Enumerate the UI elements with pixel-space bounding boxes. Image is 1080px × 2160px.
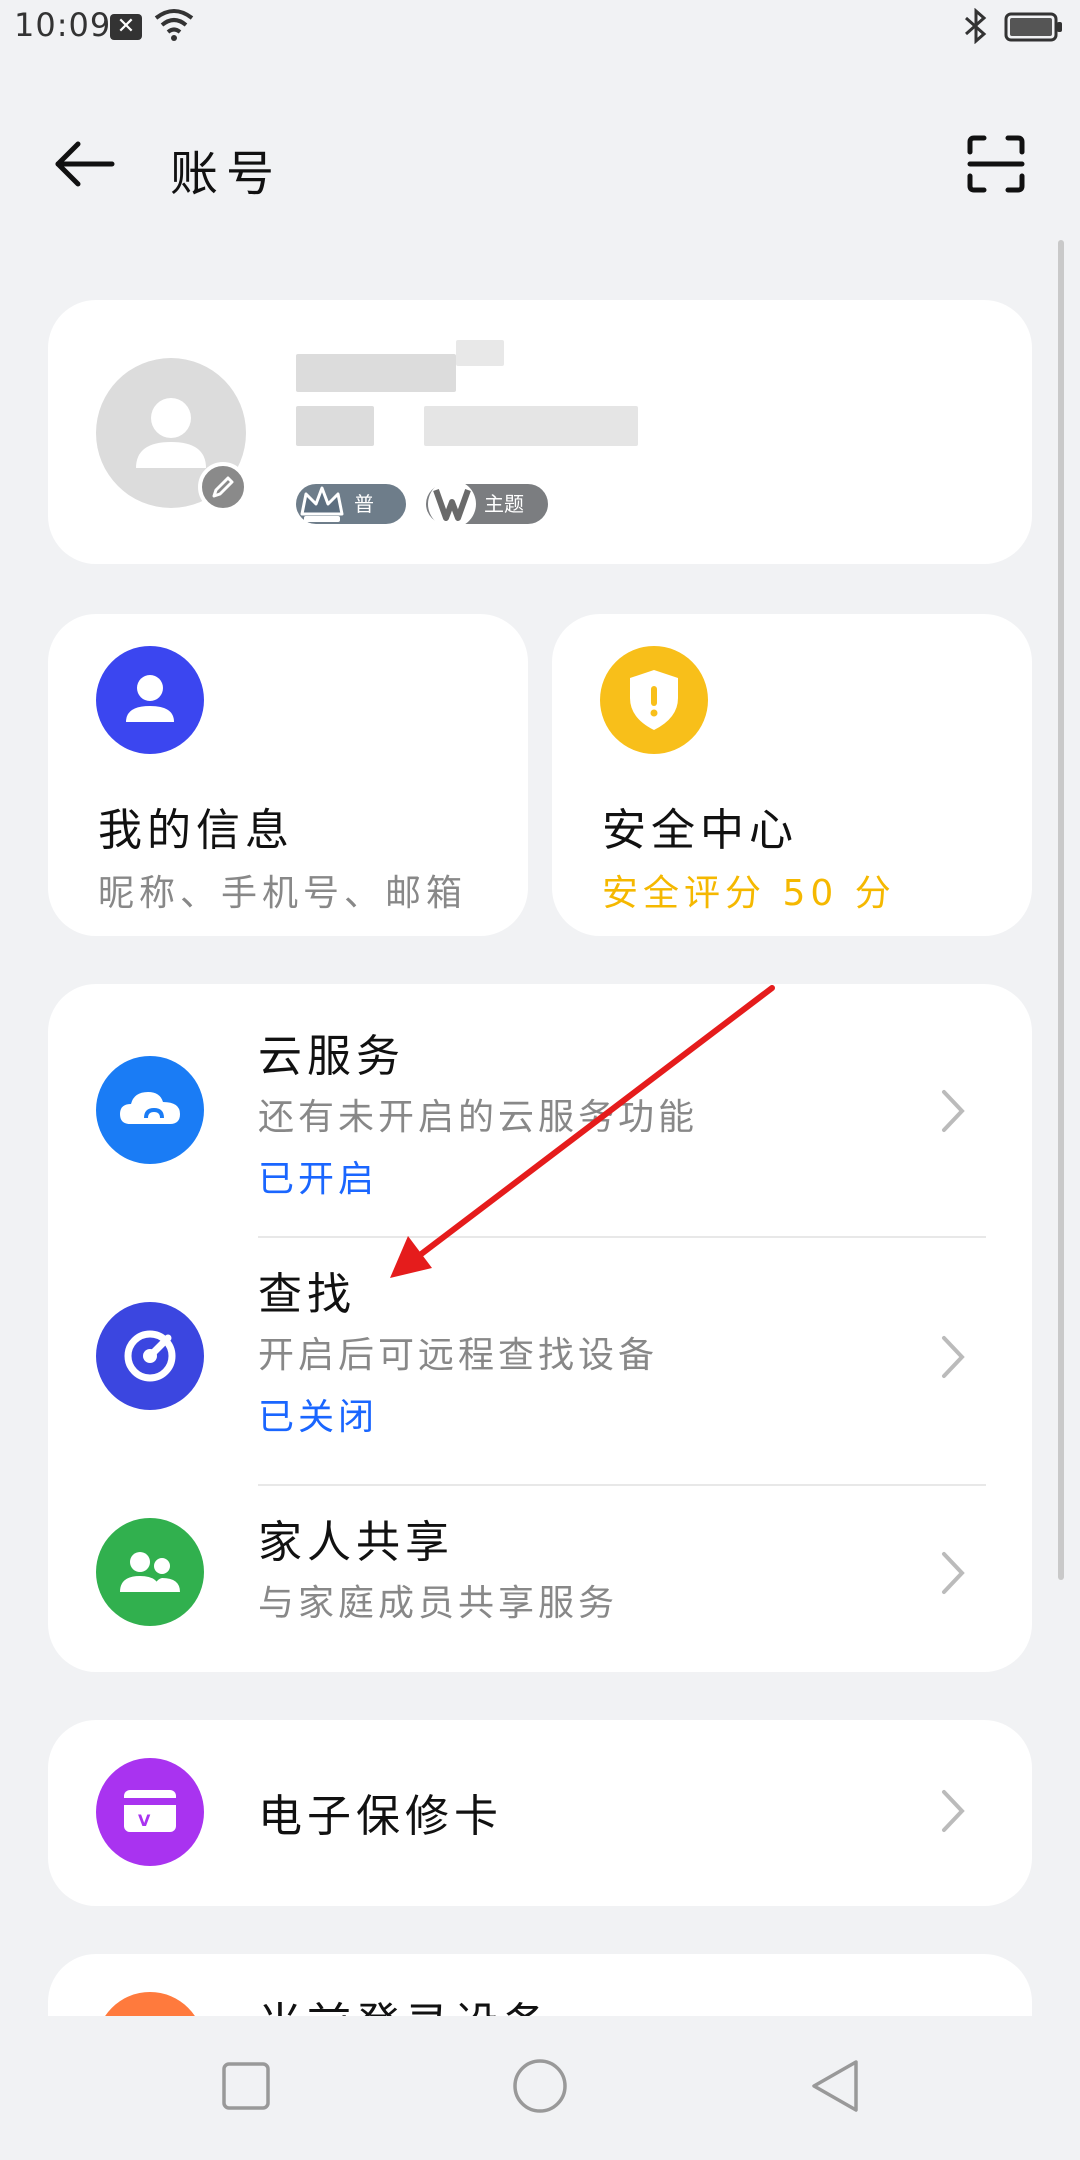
status-time: 10:09 <box>14 6 112 44</box>
row-title: 家人共享 <box>258 1517 454 1568</box>
chevron-right-icon <box>942 1790 965 1832</box>
scrollbar[interactable] <box>1058 240 1064 1580</box>
row-title: 云服务 <box>258 1031 405 1082</box>
profile-card[interactable]: 普卡 主题 <box>48 300 1032 564</box>
notification-close-icon: ✕ <box>110 14 142 40</box>
recent-apps-icon[interactable] <box>216 2056 276 2116</box>
row-subtitle: 还有未开启的云服务功能 <box>258 1097 699 1138</box>
row-status: 已开启 <box>258 1159 379 1200</box>
redacted-nickname <box>456 340 504 366</box>
list-item-find-device[interactable]: 查找 开启后可远程查找设备 已关闭 <box>48 1238 1032 1484</box>
scan-icon[interactable] <box>966 134 1026 194</box>
redacted-account <box>424 406 638 446</box>
tile-subtitle: 昵称、手机号、邮箱 <box>98 873 468 914</box>
list-item-family-sharing[interactable]: 家人共享 与家庭成员共享服务 <box>48 1486 1032 1672</box>
edit-avatar-icon[interactable] <box>198 462 248 512</box>
back-arrow-icon[interactable] <box>50 134 120 194</box>
shield-icon <box>600 646 708 754</box>
top-app-bar: 账号 <box>0 110 1080 220</box>
row-subtitle: 开启后可远程查找设备 <box>258 1335 659 1376</box>
chevron-right-icon <box>942 1552 965 1594</box>
tile-title: 安全中心 <box>602 805 798 856</box>
crown-icon <box>300 486 344 522</box>
cloud-icon <box>96 1056 204 1164</box>
security-center-tile[interactable]: 安全中心 安全评分 50 分 <box>552 614 1032 936</box>
row-title: 查找 <box>258 1269 356 1320</box>
e-warranty-card[interactable]: V 电子保修卡 <box>48 1720 1032 1906</box>
theme-v-icon <box>428 480 476 528</box>
battery-icon <box>1004 12 1062 42</box>
row-status: 已关闭 <box>258 1397 379 1438</box>
chevron-right-icon <box>942 1090 965 1132</box>
person-icon <box>96 646 204 754</box>
membership-badge[interactable]: 普卡 <box>296 484 406 556</box>
redacted-account <box>296 406 374 446</box>
chevron-right-icon <box>942 1336 965 1378</box>
row-subtitle: 与家庭成员共享服务 <box>258 1583 619 1624</box>
membership-badge-label: 普卡 <box>354 492 374 556</box>
bluetooth-icon <box>965 8 987 44</box>
services-card: 云服务 还有未开启的云服务功能 已开启 查找 开启后可远程查找设备 已关闭 家人… <box>48 984 1032 1672</box>
my-info-tile[interactable]: 我的信息 昵称、手机号、邮箱 <box>48 614 528 936</box>
row-title: 电子保修卡 <box>258 1791 503 1842</box>
svg-text:V: V <box>138 1811 151 1830</box>
theme-badge[interactable]: 主题 <box>426 480 548 528</box>
theme-badge-label: 主题 <box>484 492 524 516</box>
status-bar: 10:09 ✕ <box>0 0 1080 56</box>
security-score: 安全评分 50 分 <box>602 873 896 914</box>
tile-title: 我的信息 <box>98 805 294 856</box>
locate-icon <box>96 1302 204 1410</box>
redacted-nickname <box>296 354 456 392</box>
family-icon <box>96 1518 204 1626</box>
home-icon[interactable] <box>510 2056 570 2116</box>
card-icon: V <box>96 1758 204 1866</box>
page-title: 账号 <box>170 146 283 202</box>
back-triangle-icon[interactable] <box>804 2056 864 2116</box>
system-navigation-bar <box>0 2016 1080 2160</box>
wifi-icon <box>154 9 194 41</box>
list-item-cloud-service[interactable]: 云服务 还有未开启的云服务功能 已开启 <box>48 984 1032 1236</box>
